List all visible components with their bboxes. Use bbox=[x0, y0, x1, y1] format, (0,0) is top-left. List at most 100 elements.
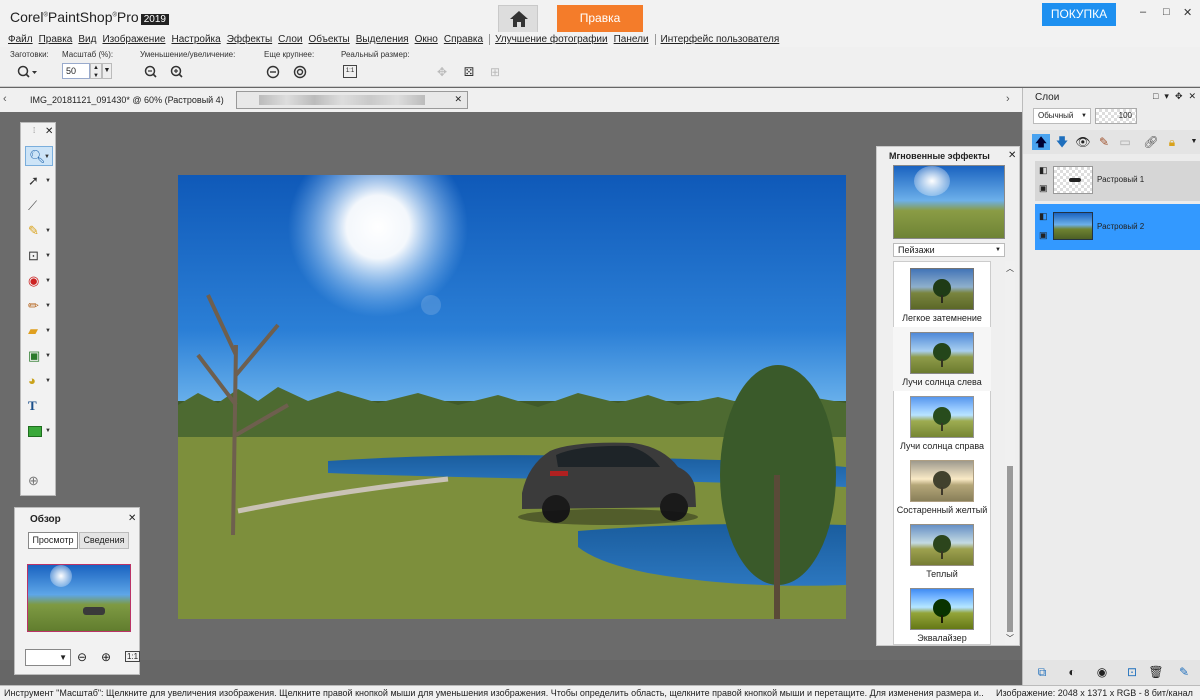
layer-visibility-icon[interactable]: ◧ bbox=[1039, 211, 1048, 222]
delete-layer-button[interactable]: 🗑︎ bbox=[1147, 664, 1165, 680]
close-button[interactable]: ✕ bbox=[1183, 6, 1192, 19]
layer-row-selected[interactable]: ◧ ▣ Растровый 2 bbox=[1035, 204, 1200, 250]
circle-target-icon bbox=[293, 65, 307, 79]
text-tool[interactable]: T bbox=[25, 396, 53, 416]
effect-item[interactable]: Лучи солнца справа bbox=[893, 391, 991, 455]
makeover-tool[interactable]: ✎ ▼ bbox=[25, 221, 53, 241]
zoom-more-out-button[interactable] bbox=[265, 64, 281, 80]
effects-close-button[interactable]: ✕ bbox=[1008, 150, 1016, 161]
tab-preview[interactable]: Просмотр bbox=[28, 532, 78, 549]
crop-tool[interactable]: ⊡ ▼ bbox=[25, 246, 53, 266]
effect-item[interactable]: Теплый bbox=[893, 519, 991, 583]
tools-close-button[interactable]: ✕ bbox=[45, 126, 53, 137]
shape-tool[interactable]: ▼ bbox=[25, 421, 53, 441]
menu-view[interactable]: Вид bbox=[78, 32, 96, 47]
tab-second-document[interactable]: ✕ bbox=[236, 91, 468, 109]
lock-button[interactable]: 🔒︎ bbox=[1163, 134, 1181, 150]
menu-selections[interactable]: Выделения bbox=[356, 32, 409, 47]
overview-thumbnail[interactable] bbox=[27, 564, 131, 632]
menu-effects[interactable]: Эффекты bbox=[227, 32, 272, 47]
menu-help[interactable]: Справка bbox=[444, 32, 483, 47]
tab-active-document[interactable]: IMG_20181121_091430* @ 60% (Растровый 4) bbox=[14, 91, 234, 109]
new-layer-button[interactable]: ▭ bbox=[1116, 134, 1134, 150]
zoom-more-in-button[interactable] bbox=[292, 64, 308, 80]
tab-scroll-right[interactable]: › bbox=[1006, 93, 1010, 105]
tab-info[interactable]: Сведения bbox=[79, 532, 129, 549]
menu-photo-enhance[interactable]: Улучшение фотографии bbox=[495, 32, 608, 47]
overview-actual-size[interactable]: 1:1 bbox=[125, 651, 141, 662]
scale-input[interactable]: 50 bbox=[62, 63, 90, 79]
adjustment-layer-button[interactable]: ◐ bbox=[1063, 664, 1081, 680]
eraser-tool[interactable]: ▰ ▼ bbox=[25, 321, 53, 341]
menu-objects[interactable]: Объекты bbox=[309, 32, 350, 47]
layer-visibility-icon[interactable]: ◧ bbox=[1039, 165, 1048, 176]
dropper-tool[interactable]: ⟋ bbox=[25, 196, 53, 216]
pan-button[interactable]: ✥ bbox=[434, 64, 450, 80]
zoom-tool[interactable]: 🔍︎ ▼ bbox=[25, 146, 53, 166]
opacity-field[interactable]: 100 bbox=[1095, 108, 1137, 124]
effect-label: Теплый bbox=[926, 569, 958, 579]
scale-dropdown[interactable]: ▼ bbox=[102, 63, 112, 79]
overview-zoom-input[interactable]: ▼ bbox=[25, 649, 71, 666]
edit-tab[interactable]: Правка bbox=[557, 5, 643, 32]
move-down-button[interactable]: 🡇 bbox=[1053, 134, 1071, 150]
minimize-button[interactable]: – bbox=[1140, 6, 1146, 18]
move-up-button[interactable]: 🡅 bbox=[1032, 134, 1050, 150]
tab-scroll-left[interactable]: ‹ bbox=[3, 93, 7, 105]
scale-spinner[interactable]: ▲ ▼ bbox=[90, 63, 102, 79]
tab-close-button[interactable]: ✕ bbox=[454, 94, 462, 105]
fit-selection-button[interactable]: ⊞ bbox=[487, 64, 503, 80]
panel-grip[interactable]: ⁞ bbox=[33, 126, 35, 135]
pick-tool[interactable]: ➚ ▼ bbox=[25, 171, 53, 191]
overview-zoom-out[interactable]: ⊖ bbox=[77, 650, 87, 664]
red-eye-tool[interactable]: ◉ ▼ bbox=[25, 271, 53, 291]
menu-adjust[interactable]: Настройка bbox=[171, 32, 220, 47]
effect-item[interactable]: Лучи солнца слева bbox=[893, 327, 991, 391]
duplicate-layer-button[interactable]: ⊡ bbox=[1123, 664, 1141, 680]
restore-button[interactable]: □ bbox=[1163, 6, 1170, 18]
layers-menu-button[interactable]: ▼ bbox=[1185, 134, 1200, 150]
presets-dropdown[interactable] bbox=[16, 64, 37, 80]
fill-tool[interactable]: ▣ ▼ bbox=[25, 346, 53, 366]
brush-tool[interactable]: ✏ ▼ bbox=[25, 296, 53, 316]
menu-user-interface[interactable]: Интерфейс пользователя bbox=[661, 32, 780, 47]
category-dropdown[interactable]: Пейзажи ▼ bbox=[893, 243, 1005, 257]
palette-icon: ◕ bbox=[28, 373, 36, 388]
menu-file[interactable]: Файл bbox=[8, 32, 33, 47]
effects-scrollbar[interactable]: ︿ ﹀ bbox=[1005, 261, 1015, 645]
zoom-out-button[interactable] bbox=[143, 64, 159, 80]
layer-row[interactable]: ◧ ▣ Растровый 1 bbox=[1035, 161, 1200, 201]
scroll-up-icon[interactable]: ︿ bbox=[1006, 263, 1014, 274]
scroll-down-icon[interactable]: ﹀ bbox=[1006, 633, 1014, 644]
fit-button[interactable]: ⚄ bbox=[461, 64, 477, 80]
effect-item[interactable]: Легкое затемнение bbox=[893, 263, 991, 327]
move-icon: ✥ bbox=[436, 65, 448, 79]
color-tool[interactable]: ◕ ▼ bbox=[25, 371, 53, 391]
blend-mode-dropdown[interactable]: Обычный ▼ bbox=[1033, 108, 1091, 124]
overview-zoom-in[interactable]: ⊕ bbox=[101, 650, 111, 664]
buy-button[interactable]: ПОКУПКА bbox=[1042, 3, 1116, 26]
home-tab[interactable] bbox=[498, 5, 538, 32]
overview-close-button[interactable]: ✕ bbox=[128, 513, 136, 524]
menu-image[interactable]: Изображение bbox=[102, 32, 165, 47]
mask-layer-button[interactable]: ◉ bbox=[1093, 664, 1111, 680]
menu-edit[interactable]: Правка bbox=[39, 32, 73, 47]
new-raster-layer-button[interactable]: ⧉ bbox=[1033, 664, 1051, 680]
zoom-in-button[interactable] bbox=[169, 64, 185, 80]
layer-name: Растровый 2 bbox=[1097, 222, 1145, 231]
menu-palettes[interactable]: Панели bbox=[614, 32, 649, 47]
effect-item[interactable]: Состаренный желтый bbox=[893, 455, 991, 519]
menu-layers[interactable]: Слои bbox=[278, 32, 302, 47]
visibility-button[interactable]: 👁︎ bbox=[1074, 134, 1092, 150]
link-button[interactable]: 🔗︎ bbox=[1142, 134, 1160, 150]
actual-size-button[interactable]: 1:1 bbox=[343, 65, 357, 78]
zoom-preset-icon bbox=[17, 65, 37, 78]
properties-button[interactable]: ✎ bbox=[1175, 664, 1193, 680]
mask-button[interactable]: ✎ bbox=[1095, 134, 1113, 150]
image-canvas[interactable] bbox=[178, 175, 846, 619]
layers-window-controls[interactable]: □▾✥✕ bbox=[1153, 91, 1200, 102]
effect-item[interactable]: Эквалайзер bbox=[893, 583, 991, 647]
scroll-thumb[interactable] bbox=[1007, 466, 1013, 632]
add-tool-button[interactable]: ⊕ bbox=[25, 471, 53, 491]
menu-window[interactable]: Окно bbox=[415, 32, 438, 47]
